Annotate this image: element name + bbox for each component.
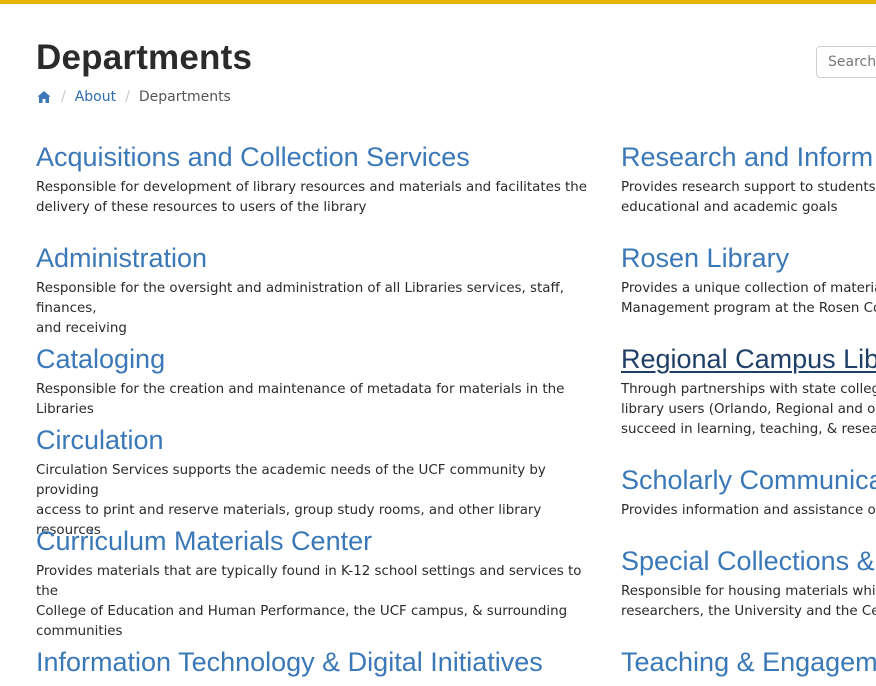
breadcrumb-link-about[interactable]: About — [75, 89, 116, 105]
department-description: Responsible for the oversight and admini… — [36, 281, 564, 336]
home-icon[interactable] — [36, 89, 52, 105]
department-link[interactable]: Scholarly Communica — [621, 465, 876, 495]
department-description: Provides a unique collection of material… — [621, 281, 876, 316]
department-item: Teaching & Engagem — [621, 645, 876, 683]
department-description: Provides research support to students ar… — [621, 180, 876, 215]
breadcrumb-current: Departments — [138, 89, 231, 105]
department-item: Cataloging Responsible for the creation … — [36, 342, 596, 420]
department-item: Regional Campus Lib Through partnerships… — [621, 342, 876, 440]
department-link[interactable]: Circulation — [36, 425, 164, 455]
search-input[interactable] — [816, 46, 876, 78]
department-link[interactable]: Curriculum Materials Center — [36, 526, 372, 556]
department-link[interactable]: Cataloging — [36, 344, 165, 374]
department-item: Acquisitions and Collection Services Res… — [36, 140, 587, 218]
department-link[interactable]: Acquisitions and Collection Services — [36, 142, 470, 172]
breadcrumb-separator: / — [125, 89, 130, 105]
department-item: Curriculum Materials Center Provides mat… — [36, 524, 596, 642]
department-description: Responsible for development of library r… — [36, 180, 588, 215]
department-item: Scholarly Communica Provides information… — [621, 463, 876, 521]
department-item: Research and Inform Provides research su… — [621, 140, 876, 218]
department-description: Provides materials that are typically fo… — [36, 564, 582, 639]
department-description: Provides information and assistance on a — [621, 503, 876, 518]
page-title: Departments — [36, 38, 253, 77]
department-item: Information Technology & Digital Initiat… — [36, 645, 543, 683]
department-link[interactable]: Rosen Library — [621, 243, 789, 273]
department-item: Administration Responsible for the overs… — [36, 241, 596, 339]
top-accent-bar — [0, 0, 876, 4]
department-link[interactable]: Research and Inform — [621, 142, 873, 172]
department-description: Responsible for the creation and mainten… — [36, 382, 565, 417]
department-description: Responsible for housing materials which … — [621, 584, 876, 619]
department-link[interactable]: Information Technology & Digital Initiat… — [36, 647, 543, 677]
department-link[interactable]: Administration — [36, 243, 207, 273]
department-description: Through partnerships with state college … — [621, 382, 876, 437]
department-item: Rosen Library Provides a unique collecti… — [621, 241, 876, 319]
department-link-hovered[interactable]: Regional Campus Lib — [621, 344, 876, 374]
breadcrumb: / About / Departments — [36, 89, 231, 105]
department-link[interactable]: Special Collections & — [621, 546, 875, 576]
department-link[interactable]: Teaching & Engagem — [621, 647, 876, 677]
breadcrumb-separator: / — [61, 89, 66, 105]
department-item: Special Collections & Responsible for ho… — [621, 544, 876, 622]
